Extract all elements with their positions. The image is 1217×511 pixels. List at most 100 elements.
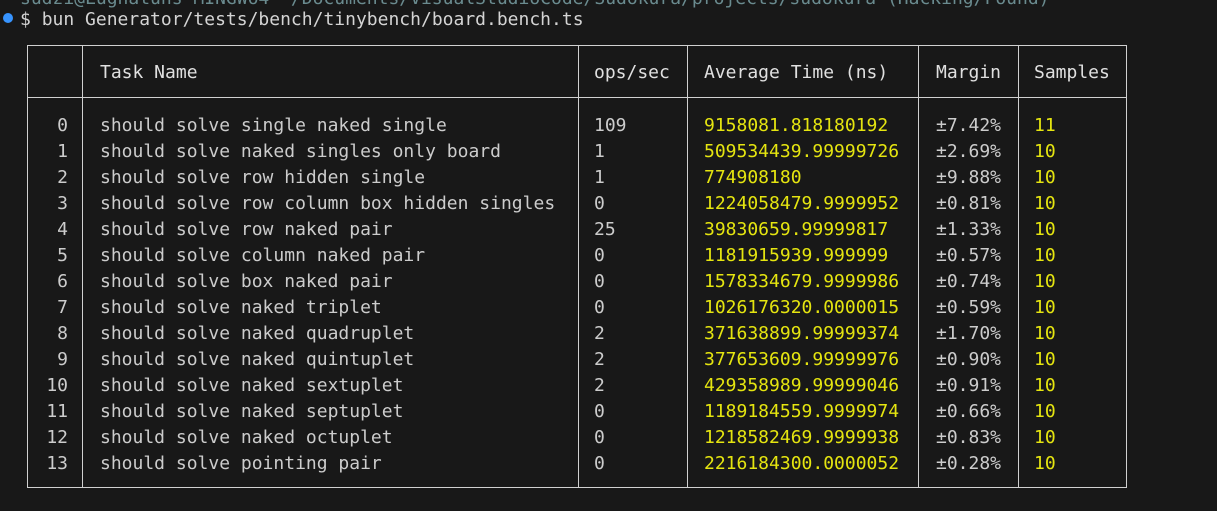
samples-cell: 10	[1034, 323, 1056, 344]
margin-cell: ±0.91%	[936, 375, 1002, 396]
ops-sec-cell: 0	[594, 245, 605, 266]
task-name-cell: should solve row hidden single	[100, 167, 426, 188]
average-time-cell: 2216184300.0000052	[704, 453, 900, 474]
table-row: 5 should solve column naked pair 0 11819159…	[28, 243, 1126, 269]
task-name-cell: should solve naked quintuplet	[100, 349, 415, 370]
table-row: 10 should solve naked sextuplet 2 429358989…	[28, 373, 1126, 399]
table-row: 6 should solve box naked pair 0 1578334679.…	[28, 269, 1126, 295]
ops-sec-cell: 25	[594, 219, 616, 240]
row-index: 5	[57, 245, 68, 266]
margin-cell: ±0.57%	[936, 245, 1002, 266]
row-index: 10	[46, 375, 68, 396]
margin-cell: ±1.33%	[936, 219, 1002, 240]
ops-sec-cell: 1	[594, 167, 605, 188]
average-time-cell: 377653609.99999976	[704, 349, 900, 370]
row-index: 4	[57, 219, 68, 240]
samples-cell: 11	[1034, 115, 1056, 136]
margin-cell: ±0.66%	[936, 401, 1002, 422]
margin-cell: ±0.74%	[936, 271, 1002, 292]
ops-sec-cell: 109	[594, 115, 627, 136]
margin-cell: ±9.88%	[936, 167, 1002, 188]
margin-cell: ±7.42%	[936, 115, 1002, 136]
table-body: 0 should solve single naked single 109 9158…	[28, 113, 1126, 477]
average-time-cell: 9158081.818180192	[704, 115, 889, 136]
task-name-cell: should solve naked quadruplet	[100, 323, 415, 344]
average-time-cell: 1578334679.9999986	[704, 271, 900, 292]
margin-cell: ±0.90%	[936, 349, 1002, 370]
benchmark-table: Task Name ops/sec Average Time (ns) Marg…	[27, 45, 1127, 488]
prompt-symbol: $	[20, 9, 31, 30]
ops-sec-cell: 1	[594, 141, 605, 162]
ops-sec-cell: 0	[594, 297, 605, 318]
row-index: 2	[57, 167, 68, 188]
table-row: 1 should solve naked singles only board 1 5…	[28, 139, 1126, 165]
table-row: 3 should solve row column box hidden sing…	[28, 191, 1126, 217]
table-row: 2 should solve row hidden single 1 77490818…	[28, 165, 1126, 191]
task-name-cell: should solve naked septuplet	[100, 401, 404, 422]
samples-cell: 10	[1034, 453, 1056, 474]
average-time-cell: 429358989.99999046	[704, 375, 900, 396]
samples-cell: 10	[1034, 349, 1056, 370]
previous-prompt-line: sudzi@Lugnatuns MINGW64 ~/Documents/Visu…	[20, 0, 1050, 9]
average-time-cell: 39830659.99999817	[704, 219, 889, 240]
command-text: bun Generator/tests/bench/tinybench/boar…	[41, 9, 584, 30]
samples-cell: 10	[1034, 297, 1056, 318]
ops-sec-cell: 2	[594, 349, 605, 370]
row-index: 11	[46, 401, 68, 422]
header-average-time: Average Time (ns)	[704, 62, 889, 83]
table-row: 4 should solve row naked pair 25 39830659.9…	[28, 217, 1126, 243]
samples-cell: 10	[1034, 375, 1056, 396]
average-time-cell: 1026176320.0000015	[704, 297, 900, 318]
task-name-cell: should solve naked sextuplet	[100, 375, 404, 396]
average-time-cell: 371638899.99999374	[704, 323, 900, 344]
header-samples: Samples	[1034, 62, 1110, 83]
header-ops-sec: ops/sec	[594, 62, 670, 83]
row-index: 6	[57, 271, 68, 292]
table-row: 7 should solve naked triplet 0 1026176320.0…	[28, 295, 1126, 321]
row-index: 8	[57, 323, 68, 344]
margin-cell: ±0.59%	[936, 297, 1002, 318]
task-name-cell: should solve naked triplet	[100, 297, 382, 318]
samples-cell: 10	[1034, 141, 1056, 162]
ops-sec-cell: 0	[594, 401, 605, 422]
ops-sec-cell: 0	[594, 193, 605, 214]
task-name-cell: should solve column naked pair	[100, 245, 426, 266]
row-index: 0	[57, 115, 68, 136]
table-row: 9 should solve naked quintuplet 2 377653609…	[28, 347, 1126, 373]
command-status-dot-icon[interactable]	[3, 13, 13, 23]
samples-cell: 10	[1034, 427, 1056, 448]
ops-sec-cell: 2	[594, 323, 605, 344]
average-time-cell: 509534439.99999726	[704, 141, 900, 162]
header-divider	[28, 97, 1126, 98]
margin-cell: ±2.69%	[936, 141, 1002, 162]
margin-cell: ±0.81%	[936, 193, 1002, 214]
table-row: 13 should solve pointing pair 0 2216184300.…	[28, 451, 1126, 477]
average-time-cell: 1189184559.9999974	[704, 401, 900, 422]
task-name-cell: should solve row naked pair	[100, 219, 393, 240]
row-index: 9	[57, 349, 68, 370]
table-row: 12 should solve naked octuplet 0 1218582469…	[28, 425, 1126, 451]
margin-cell: ±1.70%	[936, 323, 1002, 344]
samples-cell: 10	[1034, 271, 1056, 292]
header-margin: Margin	[936, 62, 1002, 83]
ops-sec-cell: 0	[594, 453, 605, 474]
samples-cell: 10	[1034, 219, 1056, 240]
header-task-name: Task Name	[100, 62, 198, 83]
task-name-cell: should solve naked singles only board	[100, 141, 501, 162]
margin-cell: ±0.28%	[936, 453, 1002, 474]
margin-cell: ±0.83%	[936, 427, 1002, 448]
task-name-cell: should solve box naked pair	[100, 271, 393, 292]
task-name-cell: should solve pointing pair	[100, 453, 382, 474]
ops-sec-cell: 2	[594, 375, 605, 396]
ops-sec-cell: 0	[594, 271, 605, 292]
task-name-cell: should solve single naked single	[100, 115, 447, 136]
average-time-cell: 1181915939.999999	[704, 245, 889, 266]
average-time-cell: 1218582469.9999938	[704, 427, 900, 448]
samples-cell: 10	[1034, 245, 1056, 266]
table-row: 0 should solve single naked single 109 9158…	[28, 113, 1126, 139]
samples-cell: 10	[1034, 167, 1056, 188]
row-index: 3	[57, 193, 68, 214]
task-name-cell: should solve row column box hidden singl…	[100, 193, 556, 214]
row-index: 12	[46, 427, 68, 448]
row-index: 13	[46, 453, 68, 474]
